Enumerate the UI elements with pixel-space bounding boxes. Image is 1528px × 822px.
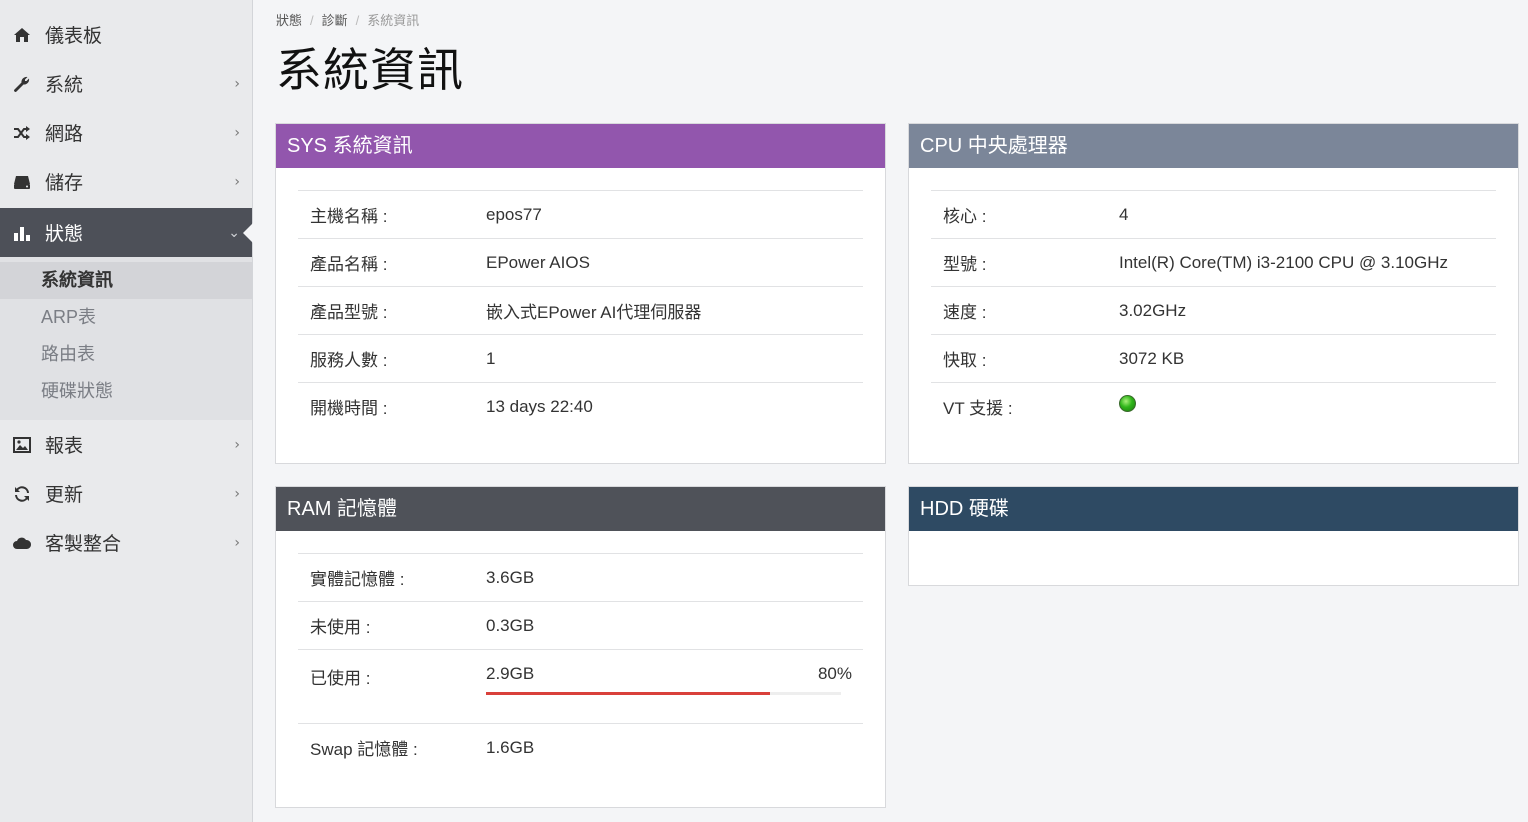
chevron-right-icon: ›	[234, 173, 240, 190]
model-label: 型號 :	[943, 255, 987, 274]
sidebar-item-custom-integration[interactable]: 客製整合 ›	[0, 518, 252, 567]
sys-panel-title: SYS 系統資訊	[276, 124, 885, 168]
breadcrumb-separator: /	[355, 13, 360, 28]
sidebar-item-update[interactable]: 更新 ›	[0, 469, 252, 518]
info-row: 產品名稱 : EPower AIOS	[298, 238, 863, 286]
uptime-label: 開機時間 :	[310, 399, 388, 418]
drive-icon	[12, 172, 32, 192]
memory-usage-bar-fill	[486, 692, 770, 695]
chevron-right-icon: ›	[234, 485, 240, 502]
product-name-label: 產品名稱 :	[310, 255, 388, 274]
breadcrumb-separator: /	[310, 13, 314, 28]
wrench-icon	[12, 74, 32, 94]
sidebar-item-label: 儲存	[45, 173, 84, 194]
cache-label: 快取 :	[943, 351, 987, 370]
main-content: 狀態 / 診斷 / 系統資訊 系統資訊 SYS 系統資訊 主機名稱 : epos77 產品…	[253, 0, 1528, 822]
info-row: 已使用 : 2.9GB 80%	[298, 649, 863, 723]
vt-support-label: VT 支援 :	[943, 399, 1013, 418]
sidebar-item-network[interactable]: 網路 ›	[0, 108, 252, 157]
chevron-down-icon: ⌄	[228, 224, 240, 241]
info-row: 產品型號 : 嵌入式EPower AI代理伺服器	[298, 286, 863, 334]
hdd-panel: HDD 硬碟	[908, 486, 1519, 586]
info-row: 核心 : 4	[931, 190, 1496, 238]
uptime-value: 13 days 22:40	[486, 396, 593, 416]
hostname-value: epos77	[486, 204, 542, 224]
used-memory-percent: 80%	[817, 664, 852, 683]
breadcrumb-current: 系統資訊	[367, 13, 420, 28]
sys-panel: SYS 系統資訊 主機名稱 : epos77 產品名稱 : EPower AIOS …	[275, 123, 886, 464]
hdd-panel-title: HDD 硬碟	[909, 487, 1518, 531]
cpu-panel: CPU 中央處理器 核心 : 4 型號 : Intel(R) Core(TM) i3…	[908, 123, 1519, 464]
bar-chart-icon	[12, 223, 32, 243]
cache-value: 3072 KB	[1119, 348, 1185, 368]
info-row: 快取 : 3072 KB	[931, 334, 1496, 382]
sidebar-item-reports[interactable]: 報表 ›	[0, 420, 252, 469]
cpu-panel-title: CPU 中央處理器	[909, 124, 1518, 168]
ram-panel: RAM 記憶體 實體記憶體 : 3.6GB 未使用 : 0.3GB 已使用 : 2.…	[275, 486, 886, 808]
sidebar: 儀表板 系統 › 網路 › 儲存 › 狀態 ⌄ 系統資訊 ARP表 路由表 硬碟…	[0, 0, 253, 822]
sidebar-item-label: 狀態	[45, 224, 84, 245]
info-row: Swap 記憶體 : 1.6GB	[298, 723, 863, 771]
info-row: 未使用 : 0.3GB	[298, 601, 863, 649]
image-icon	[12, 435, 32, 455]
submenu-item-system-info[interactable]: 系統資訊	[0, 262, 252, 299]
chevron-right-icon: ›	[234, 436, 240, 453]
sidebar-item-label: 系統	[45, 75, 84, 96]
model-value: Intel(R) Core(TM) i3-2100 CPU @ 3.10GHz	[1119, 252, 1449, 272]
used-memory-value: 2.9GB	[486, 664, 535, 683]
page-title: 系統資訊	[276, 44, 464, 96]
breadcrumb: 狀態 / 診斷 / 系統資訊	[276, 10, 419, 29]
cloud-icon	[12, 533, 32, 553]
physical-memory-value: 3.6GB	[486, 567, 535, 587]
shuffle-icon	[12, 123, 32, 143]
swap-memory-value: 1.6GB	[486, 737, 535, 757]
speed-value: 3.02GHz	[1119, 300, 1187, 320]
cores-value: 4	[1119, 204, 1129, 224]
sidebar-item-label: 網路	[45, 124, 84, 145]
submenu-item-routing-table[interactable]: 路由表	[0, 336, 252, 373]
sidebar-item-label: 客製整合	[45, 534, 122, 555]
product-model-value: 嵌入式EPower AI代理伺服器	[486, 303, 702, 322]
product-name-value: EPower AIOS	[486, 252, 590, 272]
ram-panel-title: RAM 記憶體	[276, 487, 885, 531]
home-icon	[12, 25, 32, 45]
free-memory-value: 0.3GB	[486, 615, 535, 635]
info-row: VT 支援 :	[931, 382, 1496, 430]
chevron-right-icon: ›	[234, 75, 240, 92]
sidebar-item-system[interactable]: 系統 ›	[0, 59, 252, 108]
user-count-value: 1	[486, 348, 496, 368]
cores-label: 核心 :	[943, 207, 987, 226]
speed-label: 速度 :	[943, 303, 987, 322]
sidebar-item-label: 儀表板	[45, 26, 103, 47]
sidebar-item-status[interactable]: 狀態 ⌄	[0, 208, 252, 257]
status-submenu: 系統資訊 ARP表 路由表 硬碟狀態	[0, 257, 252, 420]
used-memory-label: 已使用 :	[310, 669, 371, 688]
sidebar-item-label: 報表	[45, 436, 84, 457]
hostname-label: 主機名稱 :	[310, 207, 388, 226]
swap-memory-label: Swap 記憶體 :	[310, 740, 418, 759]
sidebar-item-label: 更新	[45, 485, 84, 506]
info-row: 主機名稱 : epos77	[298, 190, 863, 238]
physical-memory-label: 實體記憶體 :	[310, 570, 405, 589]
user-count-label: 服務人數 :	[310, 351, 388, 370]
sidebar-item-dashboard[interactable]: 儀表板	[0, 10, 252, 59]
submenu-item-disk-status[interactable]: 硬碟狀態	[0, 373, 252, 410]
chevron-right-icon: ›	[234, 124, 240, 141]
product-model-label: 產品型號 :	[310, 303, 388, 322]
chevron-right-icon: ›	[234, 534, 240, 551]
status-indicator-green-icon	[1119, 394, 1136, 412]
info-row: 開機時間 : 13 days 22:40	[298, 382, 863, 430]
breadcrumb-item[interactable]: 診斷	[322, 13, 348, 28]
memory-usage-bar	[486, 692, 841, 695]
info-row: 型號 : Intel(R) Core(TM) i3-2100 CPU @ 3.10…	[931, 238, 1496, 286]
free-memory-label: 未使用 :	[310, 618, 371, 637]
refresh-icon	[12, 484, 32, 504]
info-row: 服務人數 : 1	[298, 334, 863, 382]
submenu-item-arp-table[interactable]: ARP表	[0, 299, 252, 336]
info-row: 實體記憶體 : 3.6GB	[298, 553, 863, 601]
breadcrumb-item[interactable]: 狀態	[276, 13, 302, 28]
info-row: 速度 : 3.02GHz	[931, 286, 1496, 334]
sidebar-item-storage[interactable]: 儲存 ›	[0, 157, 252, 206]
